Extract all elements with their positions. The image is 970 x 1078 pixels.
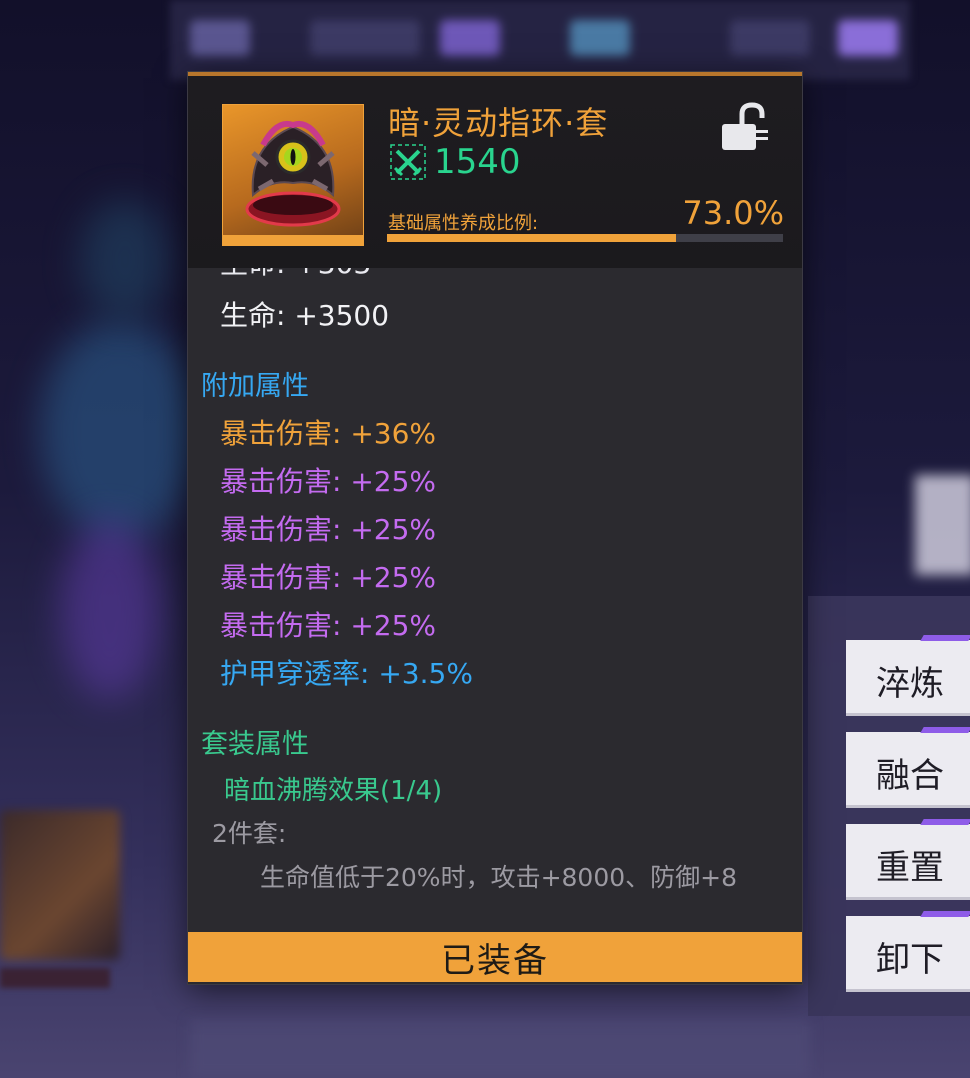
background-item-label	[0, 968, 110, 988]
growth-ratio-fill	[387, 234, 677, 242]
extra-stat: 暴击伤害: +25%	[220, 513, 437, 546]
extra-stat: 护甲穿透率: +3.5%	[220, 657, 473, 690]
reset-button[interactable]: 重置	[846, 819, 970, 900]
top-chip	[310, 20, 420, 56]
top-chip	[730, 20, 810, 56]
background-item-card	[0, 810, 120, 960]
unequip-button[interactable]: 卸下	[846, 911, 970, 992]
extra-stat: 暴击伤害: +25%	[220, 561, 437, 594]
extra-stat: 暴击伤害: +25%	[220, 609, 437, 642]
extra-stat: 暴击伤害: +36%	[220, 417, 437, 450]
base-stat-life: 生命: +3500	[220, 299, 390, 332]
button-tab	[920, 911, 970, 917]
bottom-hint-blurred	[190, 1020, 810, 1078]
button-tab	[920, 727, 970, 733]
panel-bottom-fill	[188, 900, 802, 932]
growth-ratio-bar	[387, 234, 783, 242]
item-frame-bar	[223, 235, 363, 245]
sword-power-icon	[390, 144, 426, 180]
item-name: 暗·灵动指环·套	[388, 104, 609, 142]
bg-glow	[60, 520, 160, 700]
top-chip	[838, 20, 898, 56]
extra-stat: 暴击伤害: +25%	[220, 465, 437, 498]
top-chip	[570, 20, 630, 56]
top-chip	[190, 20, 250, 56]
set-piece-label: 2件套:	[212, 819, 287, 848]
right-blurred-element	[915, 475, 970, 575]
set-piece-desc: 生命值低于20%时，攻击+8000、防御+8	[260, 863, 737, 892]
top-chip	[440, 20, 500, 56]
fuse-button[interactable]: 融合	[846, 727, 970, 808]
button-tab	[920, 635, 970, 641]
power-value: 1540	[434, 142, 521, 182]
item-icon-frame[interactable]	[222, 104, 364, 246]
item-detail-panel: 暗·灵动指环·套 1540 基础属性养成比例: 73.0% 生命: +303 生…	[188, 72, 802, 984]
button-tab	[920, 819, 970, 825]
set-attributes-title: 套装属性	[201, 729, 309, 760]
attributes-scroll-area[interactable]: 生命: +303 生命: +3500 附加属性 暴击伤害: +36% 暴击伤害:…	[188, 268, 802, 900]
unequip-button-label: 卸下	[876, 940, 944, 980]
reset-button-label: 重置	[876, 848, 944, 888]
set-name: 暗血沸腾效果(1/4)	[224, 776, 443, 806]
growth-ratio-value: 73.0%	[682, 194, 784, 232]
refine-button-label: 淬炼	[876, 664, 944, 704]
item-header: 暗·灵动指环·套 1540 基础属性养成比例: 73.0%	[188, 76, 802, 268]
top-bar-blurred	[170, 0, 910, 80]
fuse-button-label: 融合	[876, 756, 944, 796]
extra-attributes-title: 附加属性	[201, 371, 309, 402]
bg-glow	[40, 320, 200, 540]
base-stat-cutoff: 生命: +303	[220, 268, 371, 282]
refine-button[interactable]: 淬炼	[846, 635, 970, 716]
ring-item-icon	[245, 121, 341, 227]
equipped-status-label: 已装备	[441, 940, 549, 981]
bg-glow	[80, 200, 170, 320]
unlock-icon[interactable]	[718, 102, 774, 152]
equipped-status-bar: 已装备	[188, 932, 802, 982]
growth-ratio-label: 基础属性养成比例:	[388, 213, 539, 234]
